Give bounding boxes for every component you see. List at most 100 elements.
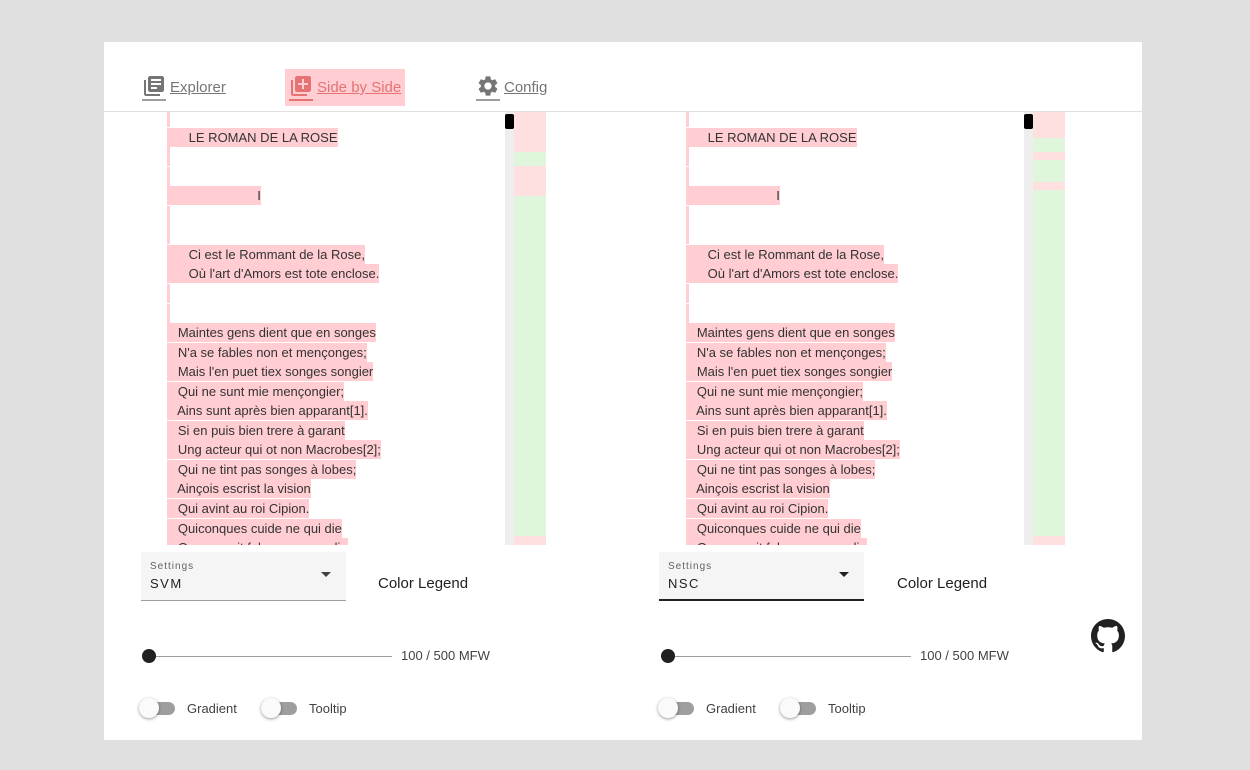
- color-legend-right[interactable]: Color Legend: [897, 575, 987, 592]
- text-line: Que ce soit folor ou musardie: [167, 538, 348, 545]
- text-line: I: [686, 186, 780, 206]
- app-card: Explorer Side by Side Config LE ROMAN DE…: [104, 42, 1142, 740]
- github-icon[interactable]: [1091, 619, 1125, 653]
- text-line: N'a se fables non et mençonges;: [167, 342, 367, 362]
- settings-select-right[interactable]: Settings NSC: [659, 552, 864, 601]
- settings-value: NSC: [668, 576, 700, 591]
- minimap-row: [1033, 112, 1065, 138]
- settings-caption: Settings: [668, 561, 713, 572]
- tooltip-label: Tooltip: [828, 700, 866, 716]
- scrollbar-thumb-left[interactable]: [505, 114, 514, 129]
- text-line: Ung acteur qui ot non Macrobes[2];: [167, 440, 381, 460]
- minimap-row: [1033, 138, 1065, 152]
- text-line: Ains sunt après bien apparant[1].: [686, 401, 887, 421]
- text-line: Ung acteur qui ot non Macrobes[2];: [686, 440, 900, 460]
- settings-value: SVM: [150, 576, 183, 591]
- minimap-row: [1033, 152, 1065, 160]
- mfw-slider-label-right: 100 / 500 MFW: [920, 648, 1009, 663]
- text-line: Qui ne sunt mie mençongier;: [167, 381, 345, 401]
- text-line: Mais l'en puet tiex songes songier: [167, 362, 374, 382]
- minimap-row: [1033, 536, 1065, 545]
- tab-side-by-side[interactable]: Side by Side: [285, 69, 406, 106]
- blank-line: [167, 225, 170, 245]
- text-view-right: LE ROMAN DE LA ROSE I Ci est le Rommant …: [623, 112, 1023, 545]
- library-books-icon: [142, 74, 166, 101]
- text-line: Mais l'en puet tiex songes songier: [686, 362, 893, 382]
- blank-line: [167, 205, 170, 225]
- mfw-slider-left[interactable]: [142, 649, 392, 663]
- scrollbar-right[interactable]: [1024, 112, 1033, 545]
- gradient-toggle-right[interactable]: Gradient: [658, 698, 756, 718]
- text-line: Quiconques cuide ne qui die: [686, 518, 861, 538]
- settings-select-left[interactable]: Settings SVM: [141, 552, 346, 601]
- blank-line: [167, 147, 170, 167]
- text-line: Qui avint au roi Cipion.: [167, 499, 310, 518]
- blank-line: [686, 112, 689, 127]
- minimap-right[interactable]: [1033, 112, 1065, 545]
- nav-bar: Explorer Side by Side Config: [104, 42, 1142, 112]
- toggle-switch[interactable]: [139, 698, 179, 718]
- gradient-label: Gradient: [706, 700, 756, 716]
- gear-icon: [476, 74, 500, 101]
- text-line: Si en puis bien trere à garant: [167, 420, 345, 440]
- blank-line: [686, 205, 689, 225]
- color-legend-left[interactable]: Color Legend: [378, 575, 468, 592]
- text-line: Qui ne tint pas songes à lobes;: [686, 459, 876, 479]
- text-pane-right[interactable]: LE ROMAN DE LA ROSE I Ci est le Rommant …: [623, 112, 1065, 545]
- toggle-switch[interactable]: [658, 698, 698, 718]
- minimap-row: [514, 174, 546, 196]
- text-line: Ainçois escrist la vision: [167, 479, 311, 499]
- toggle-switch[interactable]: [780, 698, 820, 718]
- text-line: Où l'art d'Amors est tote enclose.: [686, 264, 899, 284]
- text-line: Ains sunt après bien apparant[1].: [167, 401, 368, 421]
- text-pane-left[interactable]: LE ROMAN DE LA ROSE I Ci est le Rommant …: [104, 112, 546, 545]
- blank-line: [686, 303, 689, 323]
- toggle-switch[interactable]: [261, 698, 301, 718]
- text-line: Qui ne tint pas songes à lobes;: [167, 459, 357, 479]
- blank-line: [167, 303, 170, 323]
- text-line: Ci est le Rommant de la Rose,: [167, 244, 365, 264]
- text-line: Qui ne sunt mie mençongier;: [686, 381, 864, 401]
- tab-config[interactable]: Config: [472, 69, 551, 106]
- minimap-row: [514, 166, 546, 174]
- minimap-row: [514, 196, 546, 536]
- tooltip-toggle-left[interactable]: Tooltip: [261, 698, 347, 718]
- text-line: Ci est le Rommant de la Rose,: [686, 244, 884, 264]
- text-line: LE ROMAN DE LA ROSE: [686, 127, 857, 147]
- text-line: Ainçois escrist la vision: [686, 479, 830, 499]
- mfw-slider-label-left: 100 / 500 MFW: [401, 648, 490, 663]
- blank-line: [686, 166, 689, 186]
- scrollbar-left[interactable]: [505, 112, 514, 545]
- blank-line: [167, 166, 170, 186]
- tooltip-toggle-right[interactable]: Tooltip: [780, 698, 866, 718]
- scrollbar-thumb-right[interactable]: [1024, 114, 1033, 129]
- text-line: Maintes gens dient que en songes: [686, 323, 895, 343]
- tab-config-label: Config: [504, 79, 548, 96]
- slider-track: [142, 656, 392, 657]
- chevron-down-icon: [839, 572, 849, 577]
- text-line: Où l'art d'Amors est tote enclose.: [167, 264, 380, 284]
- gradient-label: Gradient: [187, 700, 237, 716]
- slider-thumb[interactable]: [661, 649, 675, 663]
- slider-track: [661, 656, 911, 657]
- minimap-row: [1033, 160, 1065, 182]
- tab-side-by-side-label: Side by Side: [317, 79, 402, 96]
- text-line: LE ROMAN DE LA ROSE: [167, 127, 338, 147]
- minimap-left[interactable]: [514, 112, 546, 545]
- text-view-left: LE ROMAN DE LA ROSE I Ci est le Rommant …: [104, 112, 504, 545]
- tab-explorer[interactable]: Explorer: [138, 69, 230, 106]
- mfw-slider-right[interactable]: [661, 649, 911, 663]
- blank-line: [167, 112, 170, 127]
- blank-line: [686, 283, 689, 303]
- text-line: Qui avint au roi Cipion.: [686, 499, 829, 518]
- text-line: Que ce soit folor ou musardie: [686, 538, 867, 545]
- slider-thumb[interactable]: [142, 649, 156, 663]
- library-add-icon: [289, 74, 313, 101]
- blank-line: [686, 147, 689, 167]
- gradient-toggle-left[interactable]: Gradient: [139, 698, 237, 718]
- minimap-row: [1033, 190, 1065, 536]
- minimap-row: [514, 152, 546, 166]
- text-line: Quiconques cuide ne qui die: [167, 518, 342, 538]
- text-line: N'a se fables non et mençonges;: [686, 342, 886, 362]
- settings-caption: Settings: [150, 561, 195, 572]
